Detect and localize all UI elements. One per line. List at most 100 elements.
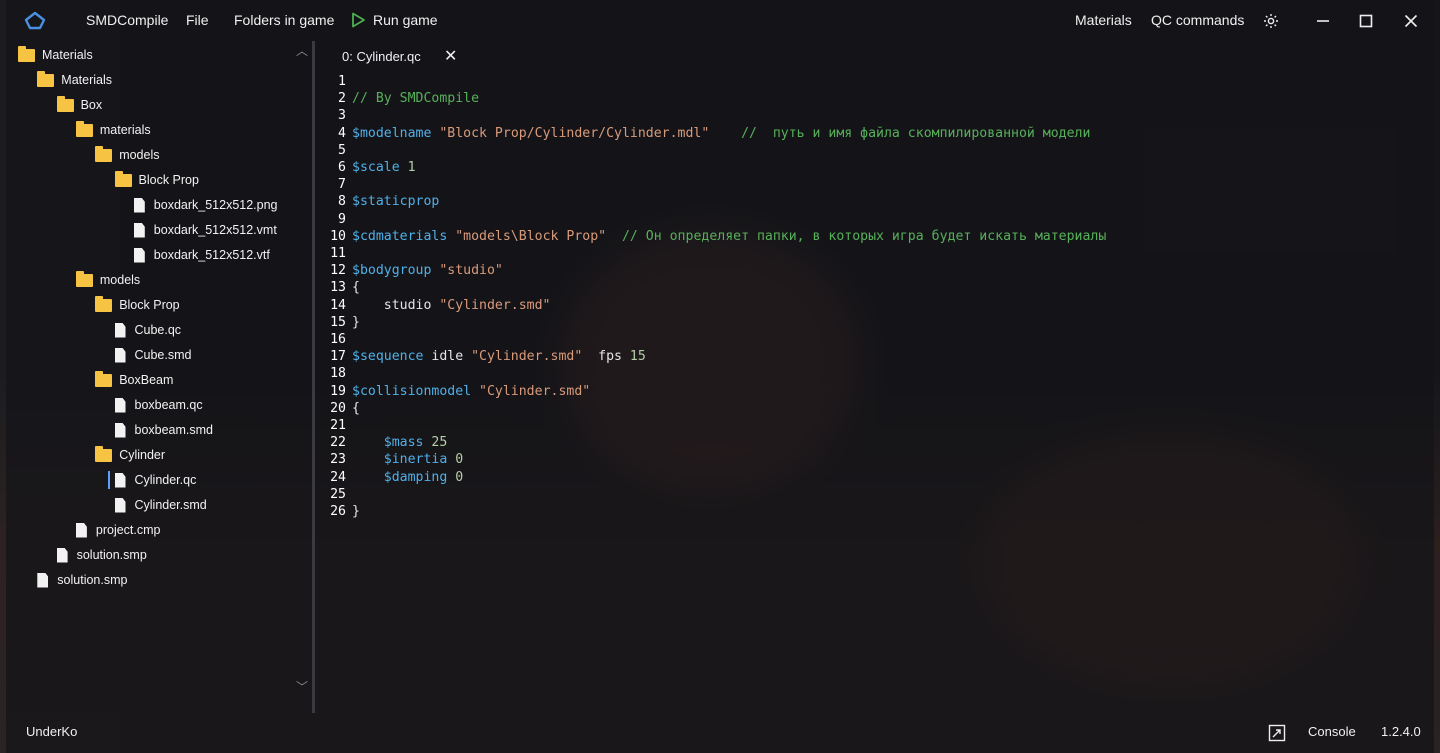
- tree-item-label: Box: [80, 98, 103, 112]
- menu-folders-in-game[interactable]: Folders in game: [234, 12, 334, 28]
- tree-folder[interactable]: models: [95, 144, 159, 166]
- tree-file[interactable]: boxbeam.qc: [114, 394, 203, 416]
- sidebar-splitter[interactable]: [312, 41, 315, 713]
- tree-folder[interactable]: Block Prop: [95, 294, 180, 316]
- user-name: UnderKo: [26, 724, 78, 739]
- tree-item-label: boxbeam.qc: [134, 398, 203, 412]
- tree-file[interactable]: boxdark_512x512.vtf: [133, 244, 270, 266]
- tree-file[interactable]: boxdark_512x512.png: [133, 194, 278, 216]
- tree-folder[interactable]: Block Prop: [114, 169, 199, 191]
- tree-file[interactable]: Cube.smd: [114, 344, 192, 366]
- code-token: idle: [423, 349, 472, 365]
- tree-file[interactable]: Cylinder.qc: [114, 469, 197, 491]
- tree-item-label: materials: [99, 123, 151, 137]
- play-icon[interactable]: [350, 12, 366, 28]
- tree-file[interactable]: project.cmp: [75, 519, 161, 541]
- file-icon: [114, 322, 126, 338]
- tree-folder[interactable]: Materials: [37, 69, 112, 91]
- file-icon: [133, 197, 145, 213]
- line-number: 26: [330, 504, 346, 519]
- tree-folder[interactable]: models: [75, 269, 141, 291]
- code-token: "Cylinder.smd": [471, 349, 583, 365]
- gear-icon[interactable]: [1260, 10, 1282, 32]
- code-token: "Block Prop/Cylinder/Cylinder.mdl": [439, 125, 710, 141]
- code-token: "Cylinder.smd": [479, 383, 591, 399]
- tree-file[interactable]: solution.smp: [56, 544, 147, 566]
- minimize-icon[interactable]: [1312, 10, 1334, 32]
- expand-console-icon[interactable]: [1268, 724, 1286, 742]
- tree-folder[interactable]: Materials: [18, 44, 93, 66]
- scroll-down-icon[interactable]: ﹀: [296, 678, 308, 695]
- file-tree: Materials Materials Box materials models Bloc…: [6, 41, 314, 713]
- close-icon[interactable]: [1400, 10, 1422, 32]
- tab-close-icon[interactable]: ✕: [444, 46, 457, 66]
- menu-materials[interactable]: Materials: [1075, 12, 1132, 28]
- line-number: 7: [338, 177, 346, 193]
- code-text: $inertia 0: [352, 452, 463, 467]
- line-number: 5: [338, 142, 346, 158]
- code-text: $sequence idle "Cylinder.smd" fps 15: [352, 349, 646, 364]
- code-token: $sequence: [352, 349, 424, 365]
- code-token: }: [352, 504, 360, 519]
- folder-icon: [114, 170, 132, 187]
- menu-file[interactable]: File: [186, 12, 209, 28]
- run-game-button[interactable]: Run game: [373, 12, 438, 28]
- tree-item-label: Cylinder.qc: [134, 473, 197, 487]
- tree-folder[interactable]: materials: [75, 119, 151, 141]
- tree-item-label: models: [99, 273, 141, 287]
- line-number: 11: [330, 246, 346, 261]
- line-number: 3: [338, 108, 346, 124]
- tree-file[interactable]: Cube.qc: [114, 319, 181, 341]
- tree-item-label: Cube.smd: [134, 348, 192, 362]
- code-text: $cdmaterials "models\Block Prop" // Он о…: [352, 229, 1106, 244]
- file-icon: [133, 247, 145, 263]
- scroll-up-icon[interactable]: ︿: [296, 42, 308, 59]
- app-logo-icon: [24, 11, 46, 30]
- line-number: 13: [330, 280, 346, 296]
- code-text: studio "Cylinder.smd": [352, 298, 551, 313]
- tree-folder[interactable]: Box: [56, 94, 103, 116]
- tree-file[interactable]: solution.smp: [37, 569, 127, 591]
- code-token: 0: [455, 469, 464, 485]
- tab-cylinder-qc[interactable]: 0: Cylinder.qc ✕: [326, 41, 462, 71]
- code-text: {: [352, 280, 360, 295]
- folder-icon: [95, 145, 113, 162]
- tree-folder[interactable]: BoxBeam: [95, 369, 173, 391]
- editor-tab-bar: 0: Cylinder.qc ✕: [326, 41, 1426, 71]
- line-number: 18: [330, 366, 346, 382]
- tree-file[interactable]: Cylinder.smd: [114, 494, 207, 516]
- tree-folder[interactable]: Cylinder: [95, 444, 165, 466]
- code-editor[interactable]: 1 2// By SMDCompile 3 4 $modelname "Block Pr…: [326, 74, 1426, 714]
- line-number: 16: [330, 332, 346, 347]
- maximize-icon[interactable]: [1355, 10, 1377, 32]
- folder-icon: [37, 70, 55, 87]
- tree-file[interactable]: boxdark_512x512.vmt: [133, 219, 277, 241]
- menu-qc-commands[interactable]: QC commands: [1151, 12, 1244, 28]
- code-text: $collisionmodel "Cylinder.smd": [352, 384, 590, 399]
- title-bar: SMDCompile File Folders in game Run game…: [6, 0, 1434, 41]
- line-number: 1: [338, 74, 346, 89]
- code-token: "models\Block Prop": [455, 228, 607, 244]
- code-text: $modelname "Block Prop/Cylinder/Cylinder…: [352, 126, 1090, 141]
- code-token: studio: [352, 297, 440, 313]
- code-token: "Cylinder.smd": [439, 297, 551, 313]
- tree-item-label: solution.smp: [57, 573, 128, 587]
- file-icon: [133, 222, 145, 238]
- line-number: 8: [338, 194, 346, 210]
- code-token: fps: [582, 349, 630, 365]
- line-number: 23: [330, 452, 346, 468]
- folder-icon: [18, 45, 35, 62]
- line-number: 6: [338, 160, 346, 175]
- line-number: 17: [330, 349, 346, 365]
- tree-file[interactable]: boxbeam.smd: [114, 419, 213, 441]
- tree-item-label: Cylinder: [119, 448, 166, 462]
- app-window: SMDCompile File Folders in game Run game…: [6, 0, 1434, 753]
- code-token: $bodygroup: [352, 263, 432, 279]
- line-number: 20: [330, 400, 346, 416]
- code-token: // By SMDCompile: [352, 91, 480, 107]
- code-text: }: [352, 315, 360, 330]
- line-number: 25: [330, 486, 346, 502]
- console-button[interactable]: Console: [1308, 724, 1356, 739]
- folder-icon: [95, 295, 113, 312]
